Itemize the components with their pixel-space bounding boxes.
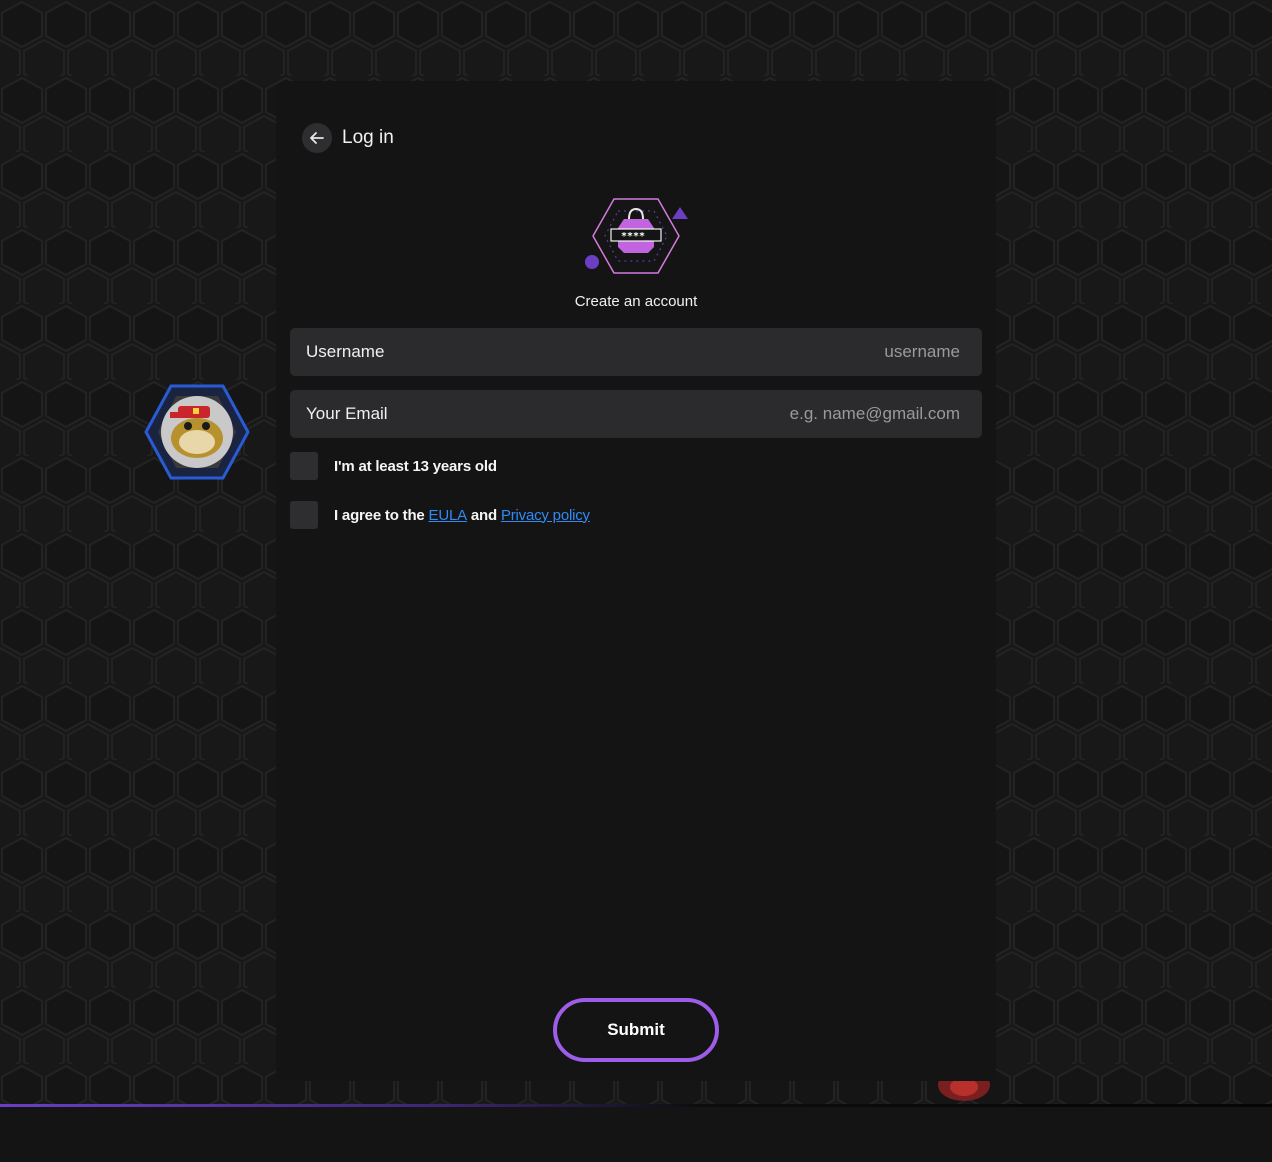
username-input[interactable] — [658, 341, 962, 363]
back-to-login-button[interactable]: Log in — [302, 123, 394, 153]
age-check-label: I'm at least 13 years old — [334, 457, 497, 475]
agree-checkbox[interactable] — [290, 501, 318, 529]
bottom-bar — [0, 1107, 1272, 1162]
email-label: Your Email — [306, 404, 388, 423]
age-check-row: I'm at least 13 years old — [290, 452, 497, 480]
signup-panel: Log in ****_ Create an account Username … — [276, 81, 996, 1081]
lock-password-hexagon-icon: ****_ — [585, 198, 688, 274]
agree-check-row: I agree to the EULA and Privacy policy — [290, 501, 590, 529]
agree-check-label: I agree to the EULA and Privacy policy — [334, 507, 590, 524]
arrow-left-icon — [302, 123, 332, 153]
eula-link[interactable]: EULA — [429, 507, 468, 524]
age-checkbox[interactable] — [290, 452, 318, 480]
privacy-policy-link[interactable]: Privacy policy — [501, 507, 590, 524]
email-field[interactable]: Your Email — [290, 390, 982, 438]
page-title: Create an account — [574, 293, 698, 310]
email-input[interactable] — [658, 403, 962, 425]
agree-prefix: I agree to the — [334, 506, 425, 524]
avatar[interactable] — [144, 384, 250, 480]
back-label: Log in — [342, 127, 394, 148]
username-label: Username — [306, 342, 385, 361]
password-mask-text: ****_ — [621, 231, 652, 242]
username-field[interactable]: Username — [290, 328, 982, 376]
partial-character-icon — [938, 1081, 990, 1101]
frog-avatar-icon — [144, 384, 250, 480]
submit-button[interactable]: Submit — [553, 998, 719, 1062]
agree-middle: and — [470, 506, 497, 524]
